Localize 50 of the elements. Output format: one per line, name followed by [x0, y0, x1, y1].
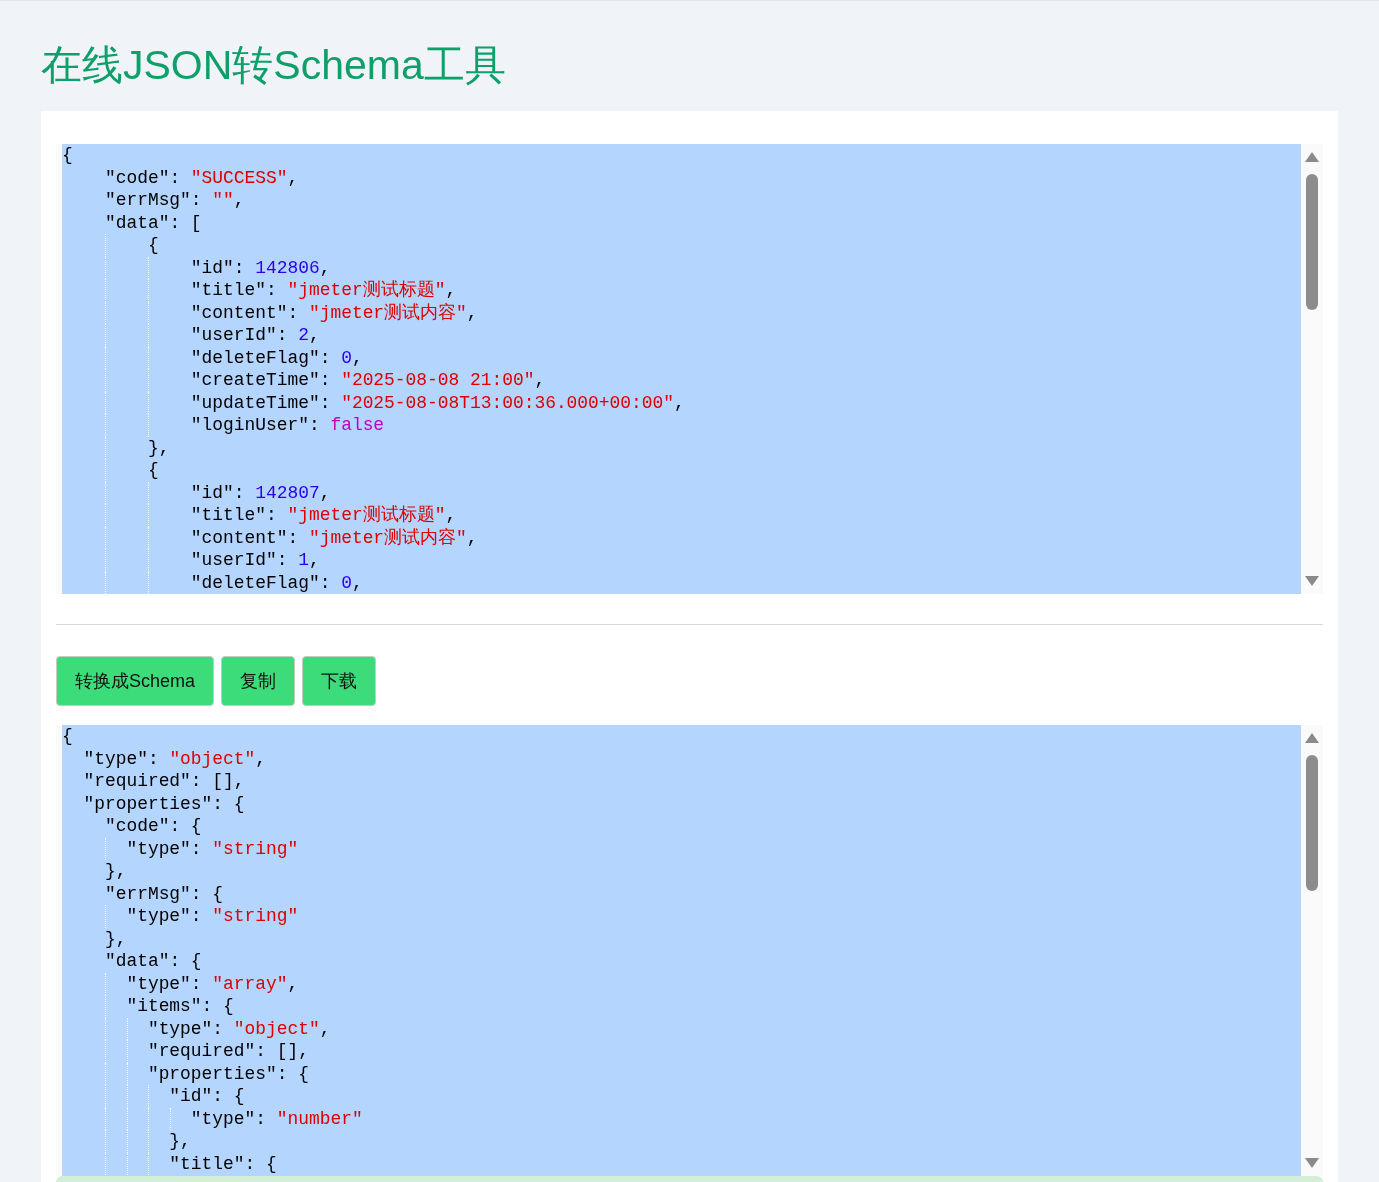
code-line: "title": { — [62, 1152, 277, 1175]
code-line: }, — [103, 927, 127, 950]
scroll-down-icon[interactable] — [1305, 1158, 1319, 1168]
code-line: "userId": 1, — [62, 549, 320, 572]
action-button[interactable]: 下载 — [302, 656, 377, 706]
code-line: "type": "string" — [62, 837, 299, 860]
code-line: "properties": { — [82, 792, 245, 815]
code-line: "errMsg": { — [103, 882, 224, 905]
code-line: }, — [62, 1130, 191, 1153]
scroll-up-icon[interactable] — [1305, 733, 1319, 743]
code-line: "deleteFlag": 0, — [62, 571, 363, 594]
code-line: { — [62, 725, 73, 748]
code-line: }, — [62, 436, 170, 459]
scrollbar-thumb[interactable] — [1306, 174, 1318, 310]
code-line: "id": 142807, — [62, 481, 331, 504]
code-line: "errMsg": "", — [103, 189, 245, 212]
code-line: "required": [], — [62, 1040, 309, 1063]
code-line: "type": "object", — [82, 747, 266, 770]
code-line: "title": "jmeter测试标题", — [62, 504, 457, 527]
code-line: "type": "object", — [62, 1017, 331, 1040]
code-line: "id": 142806, — [62, 256, 331, 279]
page-title: 在线JSON转Schema工具 — [41, 41, 507, 90]
code-line: "properties": { — [62, 1062, 309, 1085]
code-line: "items": { — [62, 995, 234, 1018]
code-line: "type": "number" — [62, 1107, 363, 1130]
code-line: "type": "array", — [62, 972, 299, 995]
code-line: "userId": 2, — [62, 324, 320, 347]
code-line: "code": "SUCCESS", — [103, 166, 299, 189]
scroll-up-icon[interactable] — [1305, 152, 1319, 162]
code-line: { — [62, 144, 73, 167]
code-line: { — [62, 459, 159, 482]
code-line: }, — [103, 860, 127, 883]
code-line: "content": "jmeter测试内容", — [62, 301, 478, 324]
code-line: "type": "string" — [62, 905, 299, 928]
code-line: "code": { — [103, 815, 202, 838]
code-line: "loginUser": false — [62, 414, 385, 437]
code-line: "title": "jmeter测试标题", — [62, 279, 457, 302]
action-button[interactable]: 复制 — [221, 656, 296, 706]
code-line: "createTime": "2025-08-08 21:00", — [62, 369, 546, 392]
code-line: "data": [ — [103, 211, 202, 234]
scrollbar-thumb[interactable] — [1306, 755, 1318, 891]
scroll-down-icon[interactable] — [1305, 576, 1319, 586]
code-line: "required": [], — [82, 770, 245, 793]
code-line: "id": { — [62, 1085, 245, 1108]
code-line: { — [62, 234, 159, 257]
action-button[interactable]: 转换成Schema — [56, 656, 215, 706]
code-line: "updateTime": "2025-08-08T13:00:36.000+00:00", — [62, 391, 685, 414]
code-line: "content": "jmeter测试内容", — [62, 526, 478, 549]
code-line: "deleteFlag": 0, — [62, 346, 363, 369]
code-line: "data": { — [103, 950, 202, 973]
